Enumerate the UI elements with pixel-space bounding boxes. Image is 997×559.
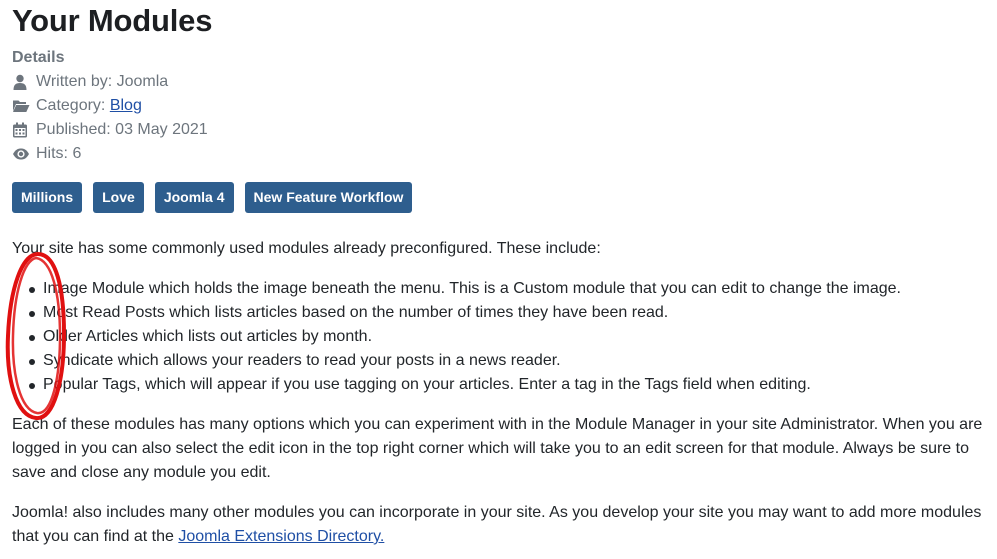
extensions-paragraph: Joomla! also includes many other modules… (12, 501, 987, 549)
extensions-directory-link[interactable]: Joomla Extensions Directory. (178, 528, 384, 545)
extensions-paragraph-text: Joomla! also includes many other modules… (12, 504, 982, 545)
list-item-text: Most Read Posts which lists articles bas… (43, 304, 669, 321)
eye-icon (12, 146, 30, 162)
user-icon (12, 74, 30, 90)
tag-joomla-4[interactable]: Joomla 4 (154, 182, 234, 213)
tag-list: Millions Love Joomla 4 New Feature Workf… (12, 182, 413, 213)
list-item: Older Articles which lists out articles … (12, 325, 901, 349)
meta-hits-text: Hits: 6 (36, 145, 82, 162)
folder-open-icon (12, 98, 30, 114)
calendar-icon (12, 122, 30, 138)
list-item-text: Syndicate which allows your readers to r… (43, 352, 561, 369)
details-heading: Details (12, 49, 65, 66)
page-title: Your Modules (12, 3, 213, 38)
bullet-icon (29, 359, 35, 365)
meta-author: Written by: Joomla (12, 72, 168, 92)
modules-info-paragraph: Each of these modules has many options w… (12, 416, 983, 481)
list-item: Most Read Posts which lists articles bas… (12, 301, 901, 325)
module-list: Image Module which holds the image benea… (12, 277, 901, 397)
list-item-text: Older Articles which lists out articles … (43, 328, 373, 345)
list-item: Syndicate which allows your readers to r… (12, 349, 901, 373)
bullet-icon (29, 287, 35, 293)
bullet-icon (29, 383, 35, 389)
meta-category-label: Category: (36, 97, 110, 114)
meta-category: Category: Blog (12, 96, 142, 116)
meta-published: Published: 03 May 2021 (12, 120, 208, 140)
list-item-text: Image Module which holds the image benea… (43, 280, 901, 297)
list-item-text: Popular Tags, which will appear if you u… (43, 376, 811, 393)
tag-new-feature-workflow[interactable]: New Feature Workflow (244, 182, 413, 213)
category-link[interactable]: Blog (110, 96, 142, 116)
list-item: Popular Tags, which will appear if you u… (12, 373, 901, 397)
bullet-icon (29, 335, 35, 341)
tag-love[interactable]: Love (93, 182, 144, 213)
tag-millions[interactable]: Millions (12, 182, 83, 213)
meta-author-text: Written by: Joomla (36, 73, 169, 90)
meta-published-text: Published: 03 May 2021 (36, 121, 208, 138)
intro-paragraph: Your site has some commonly used modules… (12, 240, 601, 257)
list-item: Image Module which holds the image benea… (12, 277, 901, 301)
bullet-icon (29, 311, 35, 317)
meta-hits: Hits: 6 (12, 144, 81, 164)
